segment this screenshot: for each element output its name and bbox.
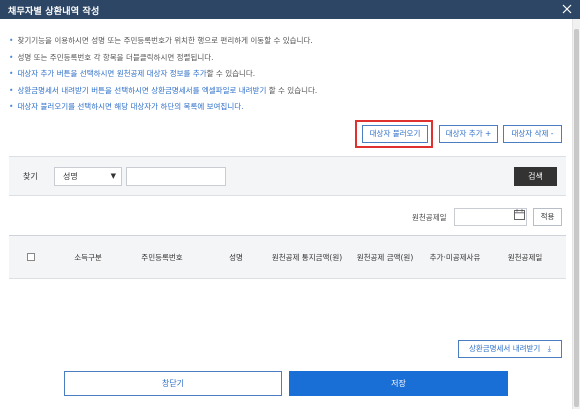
close-icon[interactable] <box>560 2 574 16</box>
column-header[interactable]: 원천공제 금액(원) <box>345 236 425 278</box>
search-field-select[interactable]: 성명 ▼ <box>54 167 122 186</box>
info-text: 원천공제 대상자 정보를 추가 <box>116 69 207 78</box>
add-target-button[interactable]: 대상자 추가 + <box>439 125 498 143</box>
bullet-icon: • <box>9 69 14 78</box>
info-text: 성명 또는 주민등록번호 각 항목을 더블클릭하시면 정렬됩니다. <box>17 52 214 62</box>
load-targets-button[interactable]: 대상자 불러오기 <box>362 125 428 143</box>
info-text: 하단의 목록에 보여집니다. <box>160 102 244 111</box>
window-title: 채무자별 상환내역 작성 <box>8 7 100 17</box>
column-header[interactable]: 성명 <box>205 236 267 278</box>
calendar-icon[interactable] <box>514 209 525 220</box>
search-label: 찾기 <box>23 172 38 181</box>
info-text: 할 수 있습니다. <box>266 85 318 95</box>
scrollbar-thumb[interactable] <box>574 29 579 407</box>
info-line: • 찾기기능을 이용하시면 성명 또는 주민등록번호가 위치한 행으로 편리하게 … <box>9 33 549 50</box>
bullet-icon: • <box>9 36 14 45</box>
info-text: 대상자 추가 버튼을 선택하시면 <box>17 69 117 78</box>
info-text: 대상자 불러오기를 선택하시면 해당 대상자가 <box>17 102 161 111</box>
vertical-scrollbar[interactable] <box>572 19 580 409</box>
search-button[interactable]: 검색 <box>514 167 557 186</box>
header-select-all[interactable] <box>21 236 41 278</box>
bullet-icon: • <box>9 85 14 95</box>
download-icon: ⤓ <box>547 344 552 353</box>
info-line: • 대상자 추가 버튼을 선택하시면 원천공제 대상자 정보를 추가할 수 있습니… <box>9 66 549 83</box>
info-text: 찾기기능을 이용하시면 성명 또는 주민등록번호가 위치한 행으로 편리하게 이… <box>17 36 313 45</box>
column-header[interactable]: 원천공제 통지금액(원) <box>271 236 343 278</box>
date-filter-label: 원천공제일 <box>412 213 447 222</box>
info-line: • 대상자 불러오기를 선택하시면 해당 대상자가 하단의 목록에 보여집니다. <box>9 99 549 116</box>
date-apply-button[interactable]: 적용 <box>533 208 562 226</box>
download-statement-button[interactable]: 상환금명세서 내려받기 ⤓ <box>458 340 562 358</box>
chevron-down-icon: ▼ <box>110 172 116 180</box>
close-window-button[interactable]: 창닫기 <box>64 371 282 396</box>
column-header[interactable]: 소득구분 <box>57 236 119 278</box>
save-button[interactable]: 저장 <box>289 371 508 396</box>
info-line: • 상환금명세서 내려받기 버튼을 선택하시면 상환금명세서를 엑셀파일로 내려받… <box>9 83 549 100</box>
delete-target-button[interactable]: 대상자 삭제 - <box>503 125 562 143</box>
search-panel: 찾기 성명 ▼ 검색 <box>9 156 566 196</box>
bullet-icon: • <box>9 52 14 62</box>
table-header: 소득구분 주민등록번호 성명 원천공제 통지금액(원) 원천공제 금액(원) 추… <box>9 235 566 279</box>
column-header[interactable]: 주민등록번호 <box>127 236 197 278</box>
search-input[interactable] <box>126 167 226 186</box>
column-header[interactable]: 원천공제일 <box>494 236 556 278</box>
info-line: • 성명 또는 주민등록번호 각 항목을 더블클릭하시면 정렬됩니다. <box>9 50 549 67</box>
search-field-value: 성명 <box>63 172 78 181</box>
info-list: • 찾기기능을 이용하시면 성명 또는 주민등록번호가 위치한 행으로 편리하게 … <box>9 33 549 116</box>
info-text: 상환금명세서 내려받기 버튼을 선택하시면 <box>17 85 152 95</box>
download-statement-label: 상환금명세서 내려받기 <box>468 344 541 353</box>
info-text: 상환금명세서를 엑셀파일로 내려받기 <box>151 85 267 95</box>
window-titlebar: 채무자별 상환내역 작성 <box>0 0 580 19</box>
column-header[interactable]: 추가·미공제사유 <box>422 236 488 278</box>
info-text: 할 수 있습니다. <box>206 69 256 78</box>
bullet-icon: • <box>9 102 14 111</box>
select-all-checkbox[interactable] <box>27 253 35 261</box>
